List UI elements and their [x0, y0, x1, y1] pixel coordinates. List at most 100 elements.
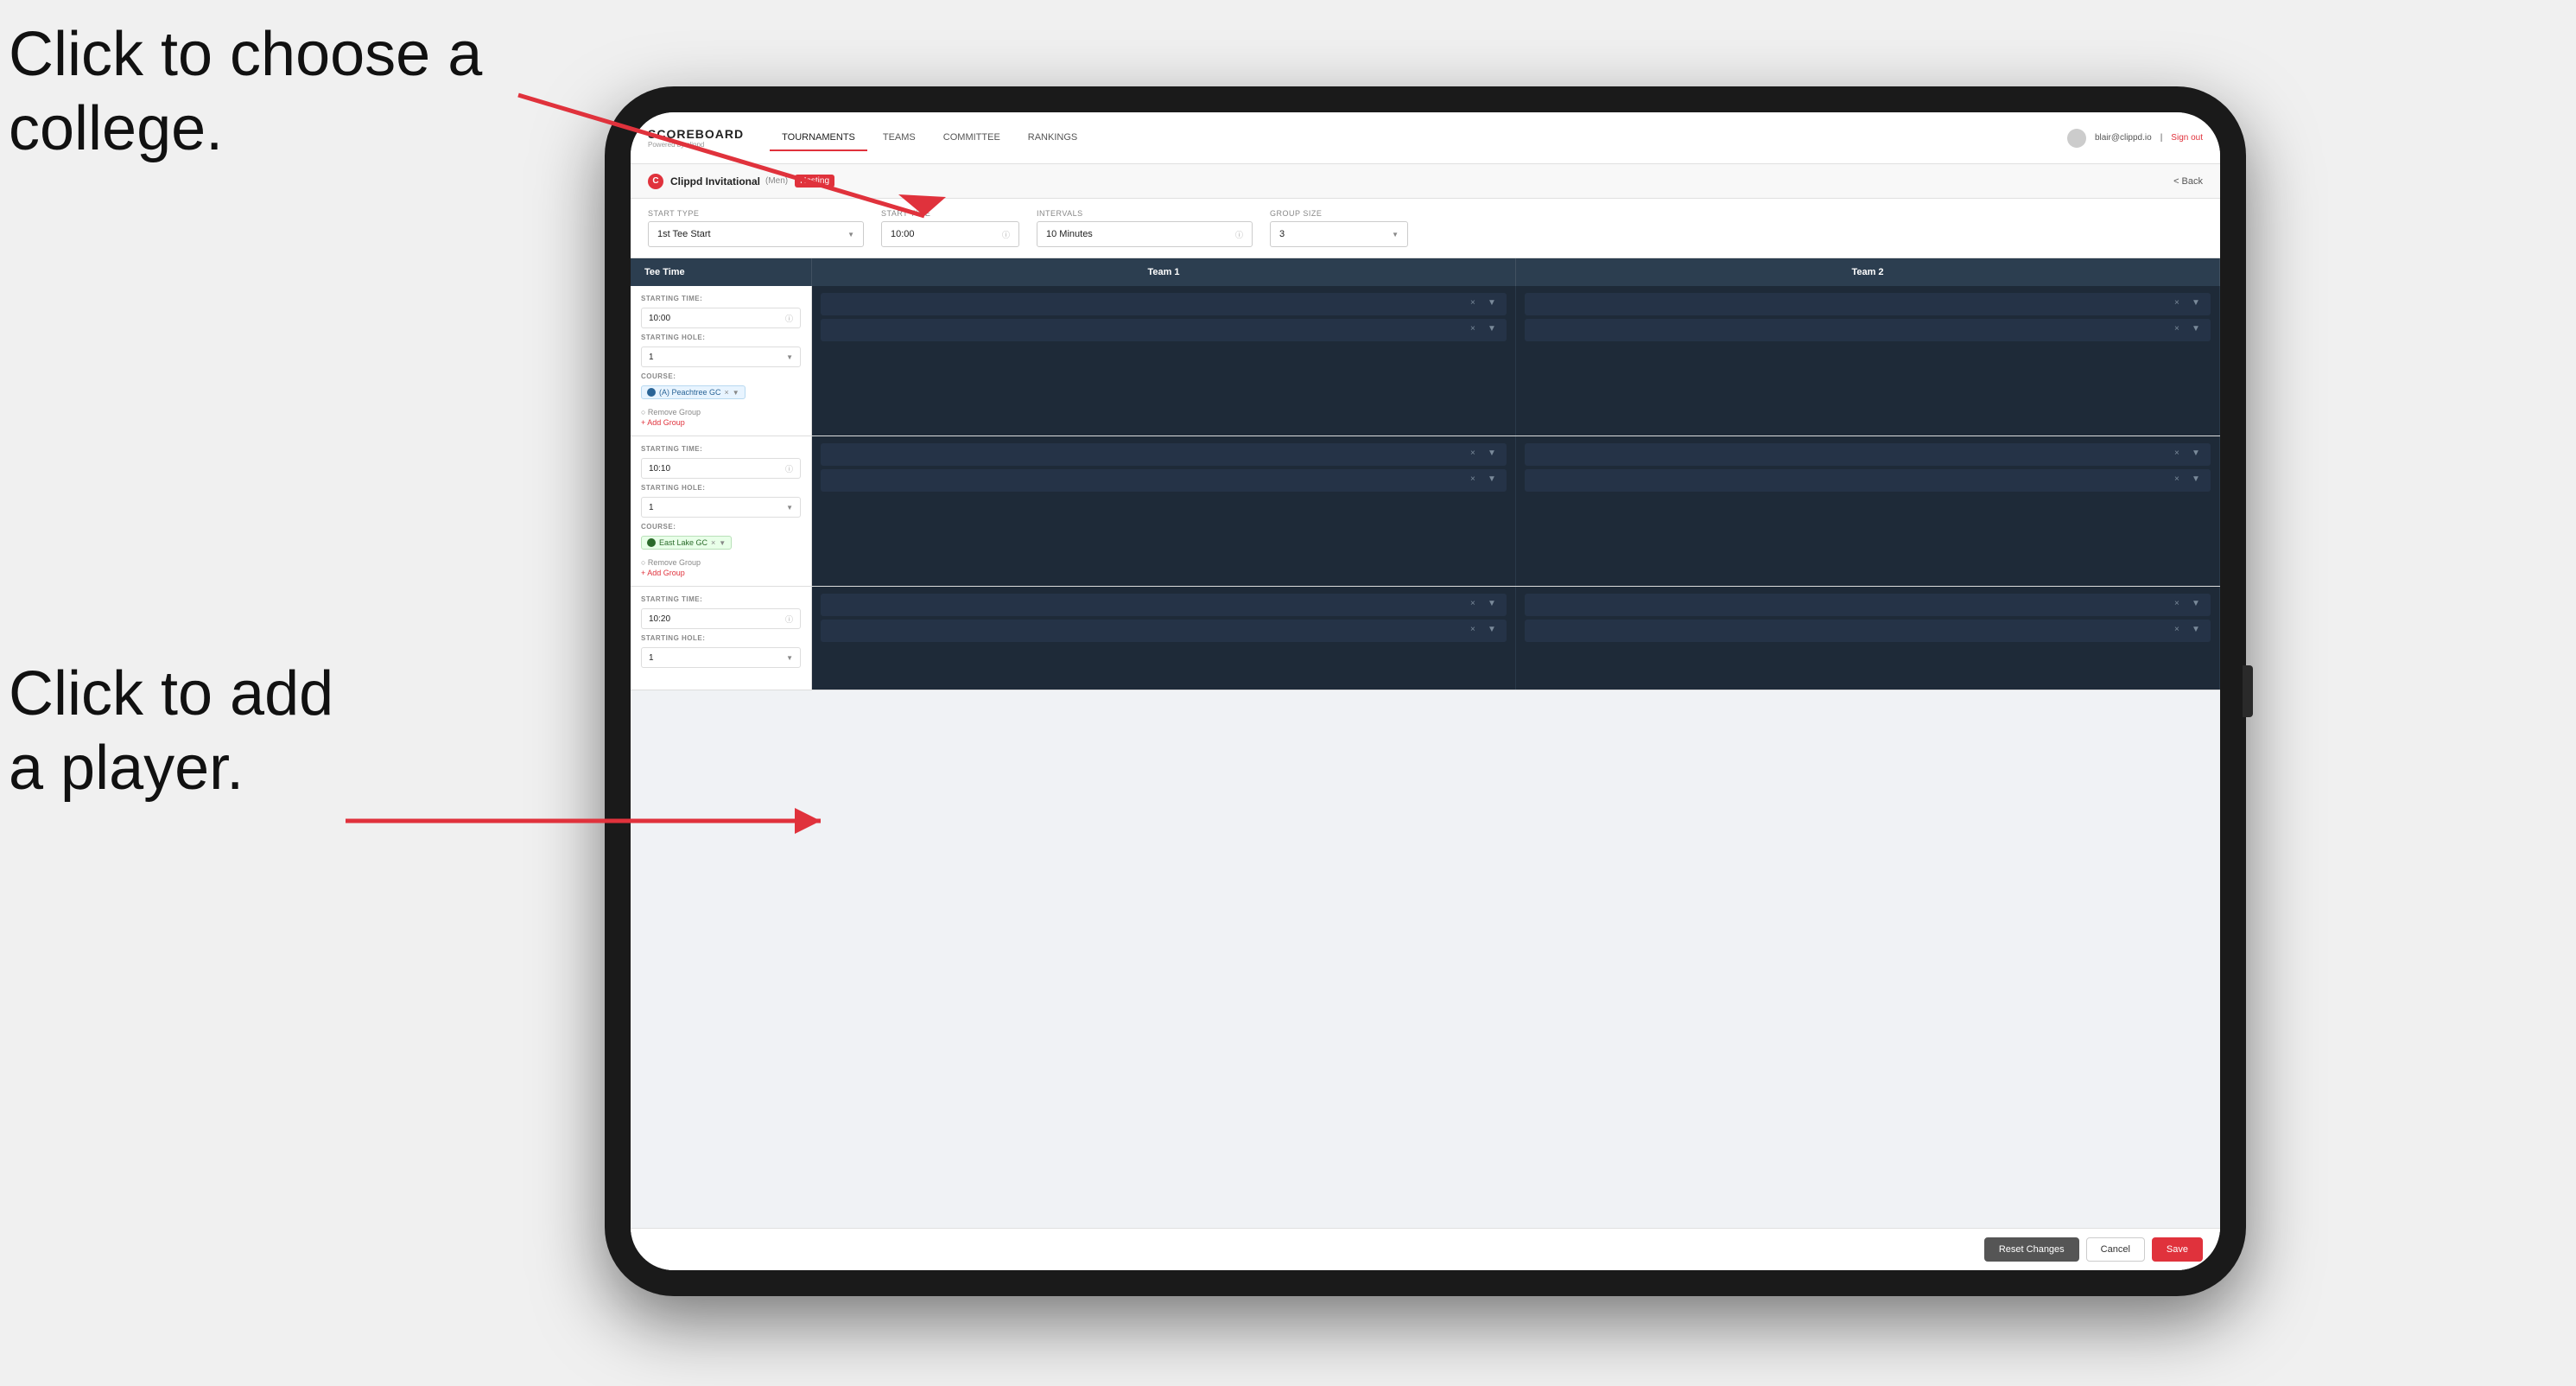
hole-chevron-3: ▼ — [786, 654, 793, 662]
player-chevron-icon[interactable]: ▼ — [1488, 599, 1500, 611]
annotation-top: Click to choose a college. — [9, 17, 482, 167]
starting-hole-input-3[interactable]: 1 ▼ — [641, 647, 801, 668]
player-slot[interactable]: × ▼ — [1525, 469, 2211, 492]
player-chevron-icon[interactable]: ▼ — [2192, 324, 2204, 336]
info-icon: ⓘ — [1002, 229, 1010, 240]
group-size-select[interactable]: 3 ▼ — [1270, 221, 1408, 247]
player-slot[interactable]: × ▼ — [821, 594, 1507, 616]
starting-hole-input-1[interactable]: 1 ▼ — [641, 346, 801, 367]
start-time-input[interactable]: 10:00 ⓘ — [881, 221, 1019, 247]
tablet-shell: SCOREBOARD Powered by clippd TOURNAMENTS… — [605, 86, 2246, 1296]
starting-time-input-2[interactable]: 10:10 ⓘ — [641, 458, 801, 479]
start-type-group: Start Type 1st Tee Start ▼ — [648, 209, 864, 247]
cancel-button[interactable]: Cancel — [2086, 1237, 2145, 1262]
add-group-btn-2[interactable]: + Add Group — [641, 569, 801, 577]
hole-chevron-2: ▼ — [786, 504, 793, 512]
intervals-value: 10 Minutes — [1046, 229, 1093, 239]
player-x-icon[interactable]: × — [2174, 599, 2186, 611]
player-chevron-icon[interactable]: ▼ — [1488, 448, 1500, 461]
intervals-select[interactable]: 10 Minutes ⓘ — [1037, 221, 1253, 247]
player-chevron-icon[interactable]: ▼ — [1488, 324, 1500, 336]
player-x-icon[interactable]: × — [2174, 448, 2186, 461]
remove-group-btn-1[interactable]: ○ Remove Group — [641, 408, 801, 416]
player-slot[interactable]: × ▼ — [1525, 293, 2211, 315]
starting-time-input-1[interactable]: 10:00 ⓘ — [641, 308, 801, 328]
save-button[interactable]: Save — [2152, 1237, 2203, 1262]
player-x-icon[interactable]: × — [2174, 324, 2186, 336]
player-x-icon[interactable]: × — [1470, 625, 1482, 637]
player-x-icon[interactable]: × — [1470, 298, 1482, 310]
player-x-icon[interactable]: × — [2174, 298, 2186, 310]
group-left-1: STARTING TIME: 10:00 ⓘ STARTING HOLE: 1 … — [631, 286, 812, 436]
player-slot[interactable]: × ▼ — [1525, 620, 2211, 642]
team2-cell-1: × ▼ × ▼ — [1516, 286, 2220, 436]
player-chevron-icon[interactable]: ▼ — [1488, 474, 1500, 486]
player-slot[interactable]: × ▼ — [821, 443, 1507, 466]
course-tag-1[interactable]: (A) Peachtree GC × ▼ — [641, 385, 746, 399]
player-slot[interactable]: × ▼ — [821, 319, 1507, 341]
user-email: blair@clippd.io — [2095, 133, 2152, 143]
player-x-icon[interactable]: × — [1470, 448, 1482, 461]
sub-header: C Clippd Invitational (Men) Hosting < Ba… — [631, 164, 2220, 199]
course-tag-2[interactable]: East Lake GC × ▼ — [641, 536, 732, 550]
sub-logo: C — [648, 174, 663, 189]
reset-button[interactable]: Reset Changes — [1984, 1237, 2079, 1262]
course-icon-1 — [647, 388, 656, 397]
table-row: STARTING TIME: 10:20 ⓘ STARTING HOLE: 1 … — [631, 587, 2220, 690]
nav-link-tournaments[interactable]: TOURNAMENTS — [770, 125, 867, 151]
nav-link-rankings[interactable]: RANKINGS — [1016, 125, 1089, 151]
team1-cell-3: × ▼ × ▼ — [812, 587, 1516, 690]
starting-time-label-1: STARTING TIME: — [641, 295, 801, 302]
avatar — [2067, 129, 2086, 148]
player-chevron-icon[interactable]: ▼ — [2192, 298, 2204, 310]
form-controls: Start Type 1st Tee Start ▼ Start Time 10… — [631, 199, 2220, 258]
player-slot[interactable]: × ▼ — [1525, 319, 2211, 341]
course-label-2: COURSE: — [641, 523, 801, 531]
player-x-icon[interactable]: × — [1470, 324, 1482, 336]
sub-title: Clippd Invitational — [670, 175, 760, 188]
player-chevron-icon[interactable]: ▼ — [1488, 625, 1500, 637]
back-button[interactable]: < Back — [2173, 176, 2203, 187]
player-slot[interactable]: × ▼ — [1525, 594, 2211, 616]
time-info-icon-2: ⓘ — [785, 463, 793, 474]
player-x-icon[interactable]: × — [2174, 474, 2186, 486]
player-slot[interactable]: × ▼ — [821, 293, 1507, 315]
start-type-value: 1st Tee Start — [657, 229, 711, 239]
annotation-bottom-line1: Click to add — [9, 657, 333, 731]
add-group-btn-1[interactable]: + Add Group — [641, 418, 801, 427]
start-time-label: Start Time — [881, 209, 1019, 218]
team2-cell-2: × ▼ × ▼ — [1516, 436, 2220, 586]
info-icon-2: ⓘ — [1235, 229, 1243, 240]
header-team2: Team 2 — [1516, 258, 2220, 286]
start-type-select[interactable]: 1st Tee Start ▼ — [648, 221, 864, 247]
course-icon-2 — [647, 538, 656, 547]
player-chevron-icon[interactable]: ▼ — [2192, 448, 2204, 461]
nav-link-committee[interactable]: COMMITTEE — [931, 125, 1012, 151]
player-slot[interactable]: × ▼ — [821, 469, 1507, 492]
chevron-down-icon: ▼ — [847, 231, 854, 238]
player-chevron-icon[interactable]: ▼ — [2192, 474, 2204, 486]
starting-time-label-3: STARTING TIME: — [641, 595, 801, 603]
group-left-2: STARTING TIME: 10:10 ⓘ STARTING HOLE: 1 … — [631, 436, 812, 586]
player-slot[interactable]: × ▼ — [821, 620, 1507, 642]
player-x-icon[interactable]: × — [1470, 474, 1482, 486]
player-x-icon[interactable]: × — [2174, 625, 2186, 637]
player-chevron-icon[interactable]: ▼ — [2192, 599, 2204, 611]
player-x-icon[interactable]: × — [1470, 599, 1482, 611]
team2-cell-3: × ▼ × ▼ — [1516, 587, 2220, 690]
sign-out-link[interactable]: Sign out — [2171, 133, 2203, 143]
separator: | — [2160, 133, 2163, 143]
nav-link-teams[interactable]: TEAMS — [871, 125, 928, 151]
group-size-label: Group Size — [1270, 209, 1408, 218]
player-slot[interactable]: × ▼ — [1525, 443, 2211, 466]
starting-hole-input-2[interactable]: 1 ▼ — [641, 497, 801, 518]
annotation-bottom-line2: a player. — [9, 731, 333, 805]
player-chevron-icon[interactable]: ▼ — [2192, 625, 2204, 637]
starting-time-input-3[interactable]: 10:20 ⓘ — [641, 608, 801, 629]
time-info-icon-3: ⓘ — [785, 614, 793, 625]
player-chevron-icon[interactable]: ▼ — [1488, 298, 1500, 310]
tablet-side-button[interactable] — [2243, 665, 2253, 717]
group-left-3: STARTING TIME: 10:20 ⓘ STARTING HOLE: 1 … — [631, 587, 812, 690]
remove-group-btn-2[interactable]: ○ Remove Group — [641, 558, 801, 567]
annotation-top-line1: Click to choose a — [9, 17, 482, 92]
